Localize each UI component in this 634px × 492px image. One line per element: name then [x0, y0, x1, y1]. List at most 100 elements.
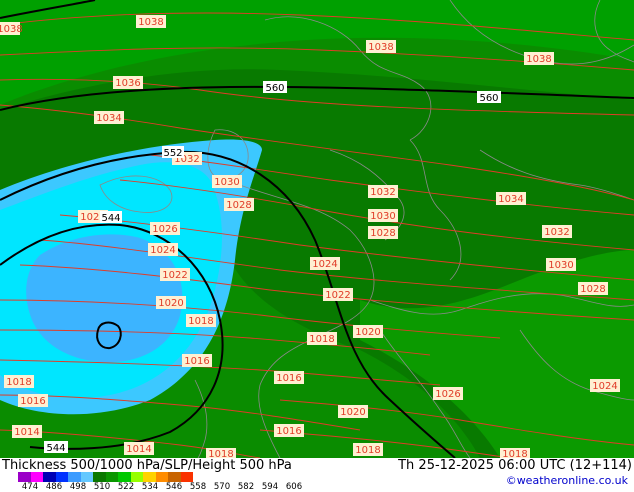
svg-text:1032: 1032: [370, 187, 395, 198]
scale-swatch: [118, 472, 131, 482]
svg-text:1024: 1024: [592, 381, 617, 392]
svg-text:1022: 1022: [162, 270, 187, 281]
scale-tick-label: 558: [189, 482, 207, 492]
isobar-label: 1016: [274, 371, 304, 384]
svg-text:1028: 1028: [370, 228, 395, 239]
svg-text:1018: 1018: [355, 445, 380, 456]
svg-text:1018: 1018: [188, 316, 213, 327]
scale-swatch: [168, 472, 181, 482]
isobar-label: 1018: [353, 443, 383, 456]
svg-text:1034: 1034: [96, 113, 121, 124]
scale-swatch: [30, 472, 43, 482]
svg-text:1014: 1014: [14, 427, 39, 438]
isobar-label: 1018: [500, 448, 530, 458]
height-label: 552: [162, 146, 184, 159]
svg-text:1024: 1024: [150, 245, 175, 256]
svg-text:1020: 1020: [340, 407, 365, 418]
isobar-label: 1016: [18, 394, 48, 407]
scale-tick-label: 594: [261, 482, 279, 492]
svg-text:1018: 1018: [6, 377, 31, 388]
svg-text:1018: 1018: [309, 334, 334, 345]
isobar-label: 1038: [524, 52, 554, 65]
isobar-label: 1030: [546, 258, 576, 271]
svg-text:552: 552: [163, 148, 182, 159]
svg-text:1028: 1028: [580, 284, 605, 295]
scale-swatch: [155, 472, 168, 482]
isobar-label: 1026: [150, 222, 180, 235]
scale-swatch: [130, 472, 143, 482]
svg-text:1038: 1038: [138, 17, 163, 28]
height-label: 544: [100, 211, 122, 224]
svg-text:1030: 1030: [214, 177, 239, 188]
height-label: 560: [263, 81, 287, 94]
scale-swatch: [68, 472, 81, 482]
isobar-label: 1038: [366, 40, 396, 53]
scale-swatch: [105, 472, 118, 482]
isobar-label: 1018: [307, 332, 337, 345]
scale-swatch: [80, 472, 93, 482]
isobar-label: 1014: [12, 425, 42, 438]
isobar-label: 1030: [212, 175, 242, 188]
scale-swatch: [43, 472, 56, 482]
scale-tick-label: 546: [165, 482, 183, 492]
svg-text:1018: 1018: [208, 449, 233, 458]
scale-tick-label: 582: [237, 482, 255, 492]
color-scale-ticks: 474 486 498 510 522 534 546 558 570 582 594 606: [6, 482, 336, 492]
scale-tick-label: 522: [117, 482, 135, 492]
isobar-label: 1016: [182, 354, 212, 367]
svg-text:1038: 1038: [0, 24, 23, 35]
svg-text:1014: 1014: [126, 444, 151, 455]
svg-text:1034: 1034: [498, 194, 523, 205]
credit-link[interactable]: ©weatheronline.co.uk: [506, 474, 628, 487]
isobar-label: 1018: [4, 375, 34, 388]
isobar-label: 1014: [124, 442, 154, 455]
scale-tick-label: 486: [45, 482, 63, 492]
isobar-label: 1036: [113, 76, 143, 89]
isobar-label: 1024: [310, 257, 340, 270]
height-label: 560: [477, 91, 501, 104]
scale-swatch: [143, 472, 156, 482]
svg-text:1026: 1026: [152, 224, 177, 235]
svg-text:1032: 1032: [544, 227, 569, 238]
svg-text:1016: 1016: [276, 373, 301, 384]
isobar-label: 1028: [224, 198, 254, 211]
scale-tick-label: 570: [213, 482, 231, 492]
isobar-label: 1024: [148, 243, 178, 256]
scale-tick-label: 498: [69, 482, 87, 492]
color-scale-bar: [18, 472, 193, 482]
height-label: 544: [44, 441, 68, 454]
isobar-label: 1038: [0, 22, 23, 35]
isobar-label: 1016: [274, 424, 304, 437]
isobar-label: 1020: [338, 405, 368, 418]
isobar-label: 1026: [433, 387, 463, 400]
svg-text:1016: 1016: [20, 396, 45, 407]
svg-text:560: 560: [479, 93, 498, 104]
isobar-label: 1034: [94, 111, 124, 124]
isobar-label: 1032: [368, 185, 398, 198]
svg-text:1038: 1038: [526, 54, 551, 65]
product-title: Thickness 500/1000 hPa/SLP/Height 500 hP…: [2, 458, 292, 473]
svg-text:1030: 1030: [548, 260, 573, 271]
svg-text:1022: 1022: [325, 290, 350, 301]
isobar-label: 1022: [160, 268, 190, 281]
scale-tick-label: 606: [285, 482, 303, 492]
svg-text:1026: 1026: [435, 389, 460, 400]
map-figure: 1038 1038 1038 1038 1036 1034 1032 1030 …: [0, 0, 634, 492]
scale-swatch: [55, 472, 68, 482]
isobar-label: 1032: [542, 225, 572, 238]
svg-text:1038: 1038: [368, 42, 393, 53]
scale-swatch: [93, 472, 106, 482]
svg-text:1028: 1028: [226, 200, 251, 211]
svg-text:1024: 1024: [312, 259, 337, 270]
svg-text:544: 544: [101, 213, 120, 224]
scale-tick-label: 510: [93, 482, 111, 492]
svg-text:1016: 1016: [276, 426, 301, 437]
svg-text:1030: 1030: [370, 211, 395, 222]
isobar-label: 1020: [353, 325, 383, 338]
isobar-label: 1024: [590, 379, 620, 392]
svg-text:1020: 1020: [158, 298, 183, 309]
scale-swatch: [18, 472, 31, 482]
svg-text:560: 560: [265, 83, 284, 94]
svg-text:1016: 1016: [184, 356, 209, 367]
svg-text:1020: 1020: [355, 327, 380, 338]
